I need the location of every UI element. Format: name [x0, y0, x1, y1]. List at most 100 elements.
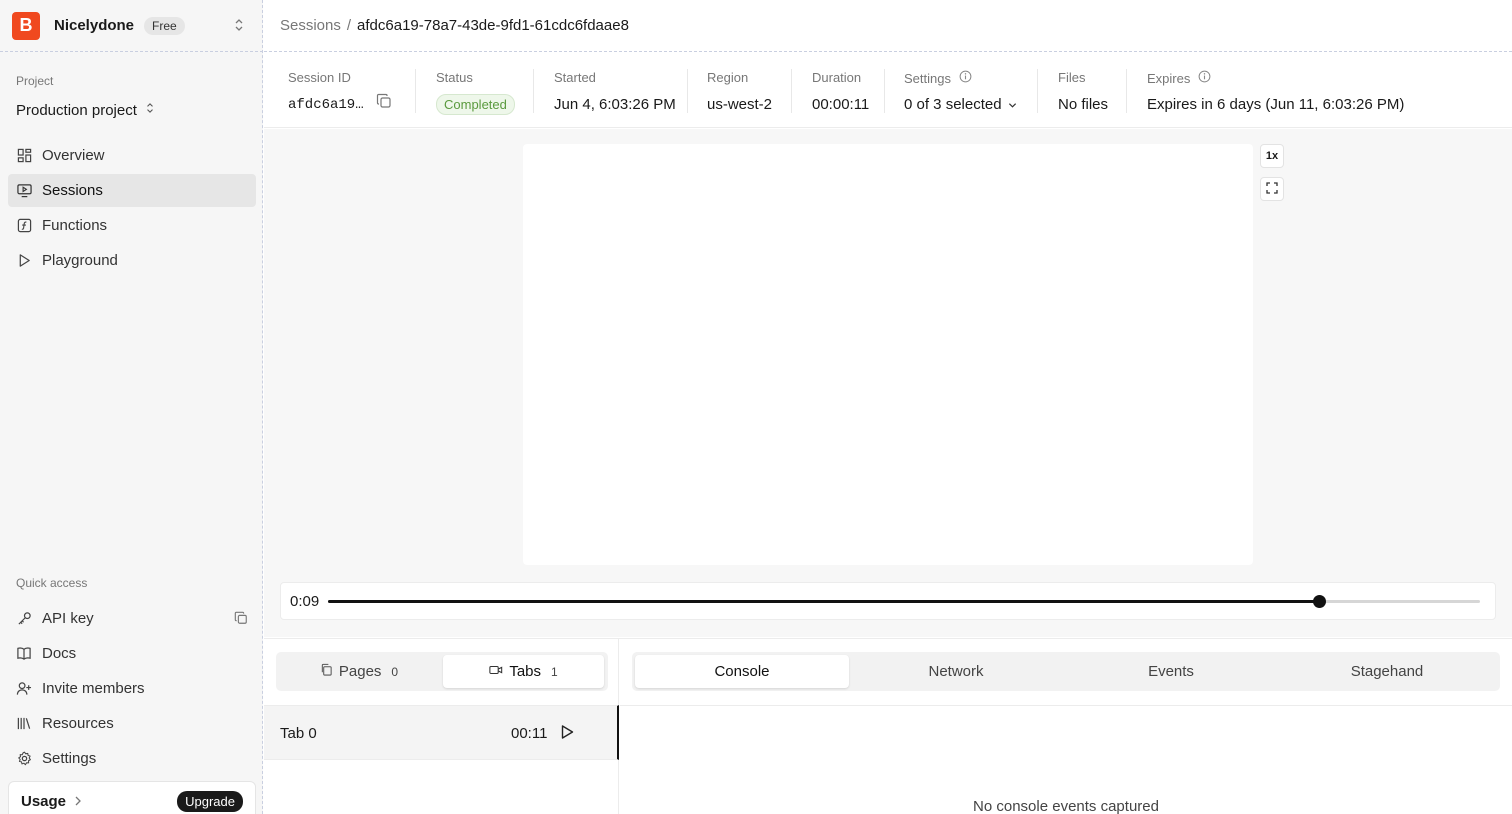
- org-switcher[interactable]: B Nicelydone Free: [0, 0, 263, 52]
- breadcrumb-sessions-link[interactable]: Sessions: [280, 17, 341, 34]
- chevron-down-icon: [1008, 96, 1017, 113]
- quick-access-label: Quick access: [16, 576, 88, 590]
- meta-label: Settings: [904, 70, 951, 86]
- bottom-panels: Pages 0 Tabs 1 Tab 0 00:11 Console Netwo…: [264, 638, 1512, 814]
- divider: [687, 69, 688, 113]
- tab-duration: 00:11: [511, 725, 548, 742]
- sidebar-item-label: Overview: [42, 147, 105, 164]
- tab-name: Tab 0: [280, 725, 317, 742]
- region-value: us-west-2: [707, 96, 773, 113]
- org-logo: B: [12, 11, 40, 40]
- pages-count: 0: [391, 664, 399, 679]
- sidebar-item-label: Playground: [42, 252, 118, 269]
- book-icon: [16, 646, 32, 662]
- settings-dropdown[interactable]: 0 of 3 selected: [904, 96, 1017, 113]
- settings-dropdown-value: 0 of 3 selected: [904, 96, 1002, 113]
- function-icon: [16, 218, 32, 234]
- timeline: 0:09: [280, 582, 1496, 620]
- breadcrumb-separator: /: [346, 17, 352, 34]
- meta-label: Files: [1058, 70, 1086, 85]
- project-label: Project: [16, 74, 54, 88]
- breadcrumb-current: afdc6a19-78a7-43de-9fd1-61cdc6fdaae8: [357, 17, 629, 34]
- org-name: Nicelydone: [54, 17, 135, 34]
- sidebar-item-label: Docs: [42, 645, 77, 662]
- session-player: 1x 0:09: [264, 129, 1512, 637]
- usage-card[interactable]: Usage Upgrade: [8, 781, 256, 814]
- divider: [884, 69, 885, 113]
- tabs-label: Tabs: [509, 663, 541, 680]
- sidebar-item-docs[interactable]: Docs: [8, 637, 256, 670]
- meta-expires-label-row: Expires: [1147, 70, 1211, 86]
- sidebar: B Nicelydone Free Project Production pro…: [0, 0, 263, 814]
- sidebar-item-label: Sessions: [42, 182, 103, 199]
- duration-value: 00:00:11: [812, 96, 870, 113]
- chevron-right-icon: [74, 793, 82, 809]
- session-metadata: Session ID afdc6a19… Status Completed St…: [264, 53, 1512, 128]
- play-icon[interactable]: [559, 724, 575, 743]
- files-value: No files: [1058, 96, 1109, 113]
- timeline-track[interactable]: [328, 595, 1480, 608]
- grid-icon: [16, 148, 32, 164]
- monitor-play-icon: [16, 183, 32, 199]
- meta-label: Expires: [1147, 70, 1191, 86]
- gear-icon: [16, 751, 32, 767]
- play-icon: [16, 253, 32, 269]
- info-icon[interactable]: [959, 70, 972, 86]
- tab-console[interactable]: Console: [635, 655, 849, 688]
- tab-events[interactable]: Events: [1064, 655, 1278, 688]
- tabs-toggle[interactable]: Tabs 1: [443, 655, 604, 688]
- fullscreen-icon: [1266, 181, 1278, 197]
- pages-toggle[interactable]: Pages 0: [279, 655, 439, 688]
- playback-speed-button[interactable]: 1x: [1260, 144, 1284, 168]
- timeline-scrubber[interactable]: [1312, 595, 1326, 608]
- pages-label: Pages: [338, 663, 382, 680]
- sidebar-item-label: Functions: [42, 217, 108, 234]
- sidebar-item-resources[interactable]: Resources: [8, 707, 256, 740]
- tab-stagehand[interactable]: Stagehand: [1280, 655, 1494, 688]
- sidebar-item-functions[interactable]: Functions: [8, 209, 256, 242]
- sidebar-item-overview[interactable]: Overview: [8, 139, 256, 172]
- plan-badge: Free: [144, 16, 185, 35]
- sidebar-item-invite-members[interactable]: Invite members: [8, 672, 256, 705]
- meta-status-value-row: Completed: [436, 94, 515, 115]
- sidebar-item-label: Settings: [42, 750, 97, 767]
- video-camera-icon: [489, 663, 503, 680]
- tabs-count: 1: [551, 664, 558, 679]
- sidebar-item-sessions[interactable]: Sessions: [8, 174, 256, 207]
- logs-tabs: Console Network Events Stagehand: [632, 652, 1500, 691]
- fullscreen-button[interactable]: [1260, 177, 1284, 201]
- meta-session-id-value-row: afdc6a19…: [288, 93, 392, 113]
- library-icon: [16, 716, 32, 732]
- divider: [1126, 69, 1127, 113]
- timeline-progress: [328, 600, 1319, 603]
- pages-tabs-switch: Pages 0 Tabs 1: [276, 652, 608, 691]
- tab-network[interactable]: Network: [849, 655, 1063, 688]
- session-video[interactable]: [523, 144, 1253, 565]
- user-plus-icon: [16, 681, 32, 697]
- sidebar-item-label: Invite members: [42, 680, 145, 697]
- copy-icon[interactable]: [376, 93, 392, 113]
- current-time: 0:09: [290, 593, 320, 610]
- meta-label: Status: [436, 70, 473, 85]
- divider: [533, 69, 534, 113]
- upgrade-button[interactable]: Upgrade: [177, 790, 243, 812]
- info-icon[interactable]: [1198, 70, 1211, 86]
- pages-icon: [320, 663, 333, 680]
- pages-tabs-pane: Pages 0 Tabs 1 Tab 0 00:11: [264, 639, 619, 814]
- meta-label: Session ID: [288, 70, 351, 85]
- sidebar-item-label: Resources: [42, 715, 114, 732]
- empty-state-message: No console events captured: [973, 798, 1159, 814]
- key-icon: [16, 611, 32, 627]
- session-id-value: afdc6a19…: [288, 96, 364, 113]
- chevron-up-down-icon[interactable]: [233, 18, 245, 35]
- copy-icon[interactable]: [234, 611, 248, 629]
- project-selector[interactable]: Production project: [16, 101, 155, 119]
- list-item[interactable]: Tab 0 00:11: [264, 705, 619, 760]
- usage-label: Usage: [21, 792, 67, 810]
- sidebar-item-api-key[interactable]: API key: [8, 602, 256, 635]
- meta-settings-label-row: Settings: [904, 70, 972, 86]
- sidebar-item-playground[interactable]: Playground: [8, 244, 256, 277]
- sidebar-item-settings[interactable]: Settings: [8, 742, 256, 775]
- expires-value: Expires in 6 days (Jun 11, 6:03:26 PM): [1147, 96, 1405, 113]
- divider: [1037, 69, 1038, 113]
